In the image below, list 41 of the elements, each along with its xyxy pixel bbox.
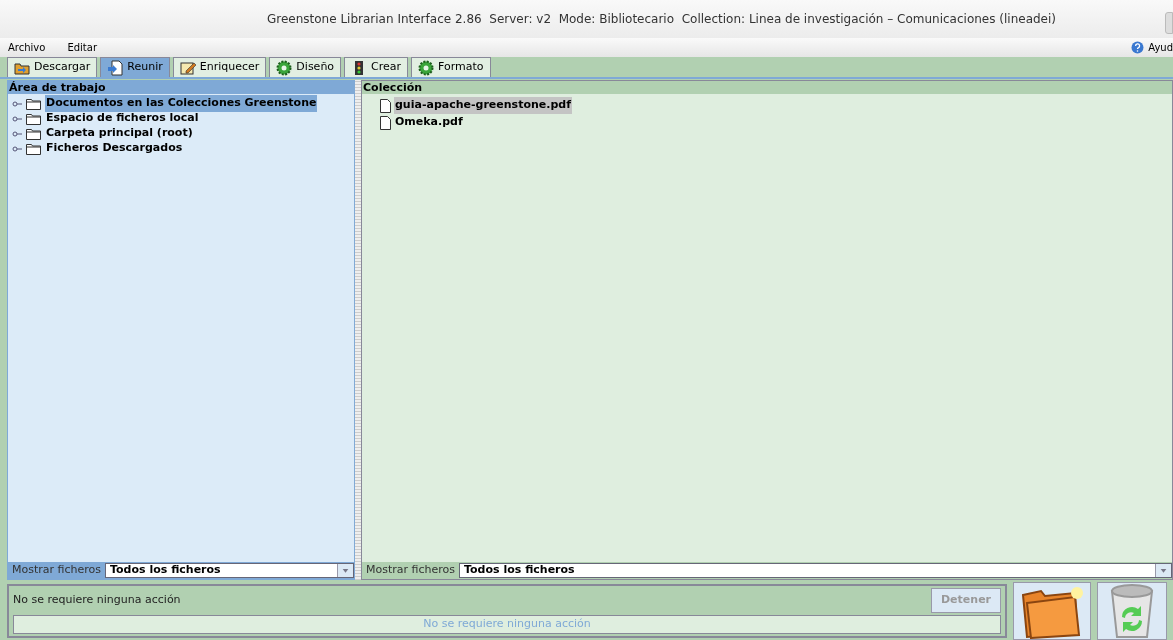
tree-item[interactable]: Espacio de ficheros local — [45, 110, 200, 127]
gear-icon — [276, 59, 293, 76]
expand-handle-icon[interactable] — [12, 100, 22, 107]
tab[interactable]: Enriquecer — [172, 57, 267, 77]
pencil-note-icon — [179, 59, 196, 76]
help-menu[interactable]: Ayud — [1148, 40, 1173, 55]
folder-icon — [26, 97, 41, 110]
document-icon — [380, 98, 391, 113]
folder-icon — [26, 112, 41, 125]
document-icon — [380, 115, 391, 130]
tree-item[interactable]: Carpeta principal (root) — [45, 125, 194, 142]
tab[interactable]: Crear — [344, 57, 409, 77]
help-icon[interactable] — [1131, 41, 1145, 54]
window-title: Greenstone Librarian Interface 2.86 Server: v2 Mode: Bibliotecario Collection: Linea de investigación – Comunicaciones (lineadei) — [266, 11, 1056, 28]
document-arrow-icon — [107, 59, 124, 76]
expand-handle-icon[interactable] — [12, 130, 22, 137]
new-folder-button[interactable] — [1013, 582, 1091, 640]
tab[interactable]: Descargar — [7, 57, 98, 77]
folder-icon — [26, 127, 41, 140]
gear-icon — [418, 59, 435, 76]
file-item[interactable]: guia-apache-greenstone.pdf — [394, 97, 572, 114]
filter-dropdown[interactable]: Todos los ficheros — [105, 563, 354, 578]
expand-handle-icon[interactable] — [12, 115, 22, 122]
folder-icon — [26, 142, 41, 155]
tree-item[interactable]: Ficheros Descargados — [45, 140, 184, 157]
tab[interactable]: Diseño — [269, 57, 342, 77]
filter-dropdown[interactable]: Todos los ficheros — [459, 563, 1172, 578]
panel-title: Colección — [362, 81, 1172, 94]
file-item[interactable]: Omeka.pdf — [394, 114, 464, 131]
panel-title: Área de trabajo — [8, 81, 354, 94]
status-message: No se requiere ninguna acción — [13, 592, 182, 609]
expand-handle-icon[interactable] — [12, 145, 22, 152]
tree-item[interactable]: Documentos en las Colecciones Greenstone — [45, 95, 318, 112]
filter-label: Mostrar ficheros — [366, 562, 455, 579]
tab[interactable]: Reunir — [100, 57, 170, 77]
menu-item[interactable]: Editar — [67, 40, 97, 55]
tab[interactable]: Formato — [411, 57, 491, 77]
progress-text: No se requiere ninguna acción — [423, 616, 591, 633]
menu-item[interactable]: Archivo — [8, 40, 46, 55]
filter-label: Mostrar ficheros — [12, 562, 101, 579]
trash-button[interactable] — [1097, 582, 1167, 640]
